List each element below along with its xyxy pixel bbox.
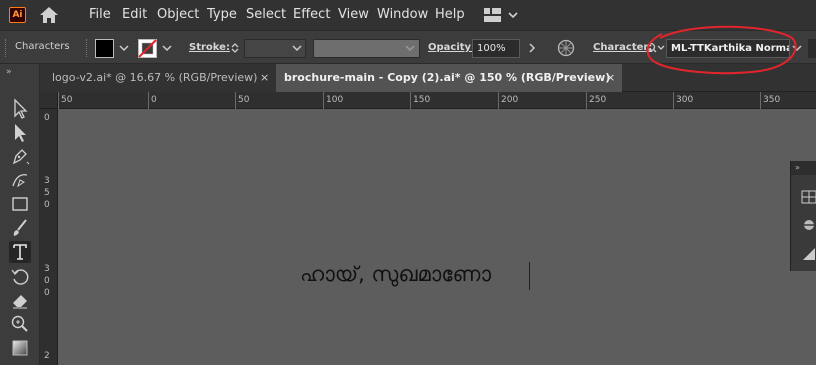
text-cursor xyxy=(529,262,530,290)
tab-brochure-main[interactable]: brochure-main - Copy (2).ai* @ 150 % (RG… xyxy=(276,64,622,92)
ruler-tick-label: 5 xyxy=(44,188,50,198)
artboard-canvas[interactable] xyxy=(58,109,816,365)
close-icon[interactable]: × xyxy=(260,64,269,92)
right-panel-dock: » xyxy=(790,161,816,271)
app-logo: Ai xyxy=(9,7,26,23)
ruler-tick-label: 150 xyxy=(413,95,431,105)
ruler-tick-label: 3 xyxy=(44,176,50,186)
opacity-label: Opacity: xyxy=(428,42,476,53)
ruler-tick-label: 200 xyxy=(501,95,519,105)
menu-select[interactable]: Select xyxy=(246,6,286,24)
symbols-panel-icon[interactable] xyxy=(801,217,816,233)
menu-edit[interactable]: Edit xyxy=(122,6,147,24)
ruler-tick-label: 0 xyxy=(44,276,50,286)
type-tool-icon[interactable] xyxy=(9,241,31,263)
ruler-tick-label: 3 xyxy=(44,264,50,274)
ruler-tick-label: 0 xyxy=(44,113,50,123)
fill-swatch[interactable] xyxy=(95,39,114,58)
ruler-tick-label: 2 xyxy=(44,351,50,361)
collapse-icon[interactable]: » xyxy=(6,67,12,77)
menu-object[interactable]: Object xyxy=(157,6,199,24)
selection-tool-icon[interactable] xyxy=(9,97,31,119)
menu-view[interactable]: View xyxy=(338,6,369,24)
home-icon[interactable] xyxy=(38,6,60,24)
ruler-tick-label: 50 xyxy=(61,95,73,105)
menu-type[interactable]: Type xyxy=(207,6,237,24)
rotate-tool-icon[interactable] xyxy=(9,265,31,287)
pen-tool-icon[interactable] xyxy=(9,145,31,167)
chevron-down-icon[interactable] xyxy=(161,41,173,55)
collapse-icon[interactable]: » xyxy=(791,161,816,175)
chevron-right-icon[interactable] xyxy=(526,41,538,55)
opacity-input[interactable]: 100% xyxy=(472,39,520,58)
close-icon[interactable]: × xyxy=(606,64,615,92)
ruler-tick-label: 100 xyxy=(326,95,344,105)
menu-file[interactable]: File xyxy=(89,6,111,24)
ruler-tick-label: 300 xyxy=(676,95,694,105)
stroke-swatch-none[interactable] xyxy=(138,39,157,58)
workspace-switcher-icon[interactable] xyxy=(483,7,519,23)
zoom-tool-icon[interactable] xyxy=(9,313,31,335)
gradient-tool-icon[interactable] xyxy=(9,337,31,359)
menu-window[interactable]: Window xyxy=(377,6,428,24)
eraser-tool-icon[interactable] xyxy=(9,289,31,311)
font-style-input[interactable] xyxy=(808,39,816,58)
curvature-tool-icon[interactable] xyxy=(9,169,31,191)
menu-effect[interactable]: Effect xyxy=(293,6,330,24)
canvas-text-object[interactable]: ഹായ്, സുഖമാണോ xyxy=(300,262,491,287)
tab-label: logo-v2.ai* @ 16.67 % (RGB/Preview) xyxy=(52,71,258,84)
ruler-tick-label: 350 xyxy=(763,95,781,105)
menu-help[interactable]: Help xyxy=(435,6,465,24)
ruler-origin[interactable] xyxy=(40,92,58,109)
vertical-ruler[interactable]: 0 3 5 0 3 0 0 2 xyxy=(40,109,58,365)
chevron-down-icon[interactable] xyxy=(118,41,130,55)
rectangle-tool-icon[interactable] xyxy=(9,193,31,215)
tools-panel: » xyxy=(0,64,40,365)
ruler-tick-label: 0 xyxy=(44,200,50,210)
tab-logo-v2[interactable]: logo-v2.ai* @ 16.67 % (RGB/Preview) xyxy=(40,64,276,92)
swatches-panel-icon[interactable] xyxy=(801,189,816,205)
horizontal-ruler[interactable]: 50 0 50 100 150 200 250 300 350 xyxy=(58,92,816,109)
grip-divider xyxy=(86,39,89,57)
chevron-down-icon[interactable] xyxy=(291,41,303,55)
gradient-panel-icon[interactable] xyxy=(801,246,816,262)
highlight-annotation xyxy=(646,25,797,75)
paintbrush-tool-icon[interactable] xyxy=(9,217,31,239)
ruler-tick-label: 250 xyxy=(589,95,607,105)
grip-handle[interactable] xyxy=(5,39,8,57)
ruler-tick-label: 50 xyxy=(238,95,250,105)
direct-selection-tool-icon[interactable] xyxy=(9,121,31,143)
tab-label: brochure-main - Copy (2).ai* @ 150 % (RG… xyxy=(284,71,611,84)
recolor-artwork-icon[interactable] xyxy=(557,39,575,57)
ruler-tick-label: 0 xyxy=(151,95,157,105)
chevron-down-icon[interactable] xyxy=(404,41,416,55)
stroke-label: Stroke: xyxy=(189,42,230,53)
characters-label: Characters xyxy=(15,41,70,52)
stroke-stepper-icon[interactable] xyxy=(229,41,241,55)
ruler-tick-label: 0 xyxy=(44,288,50,298)
